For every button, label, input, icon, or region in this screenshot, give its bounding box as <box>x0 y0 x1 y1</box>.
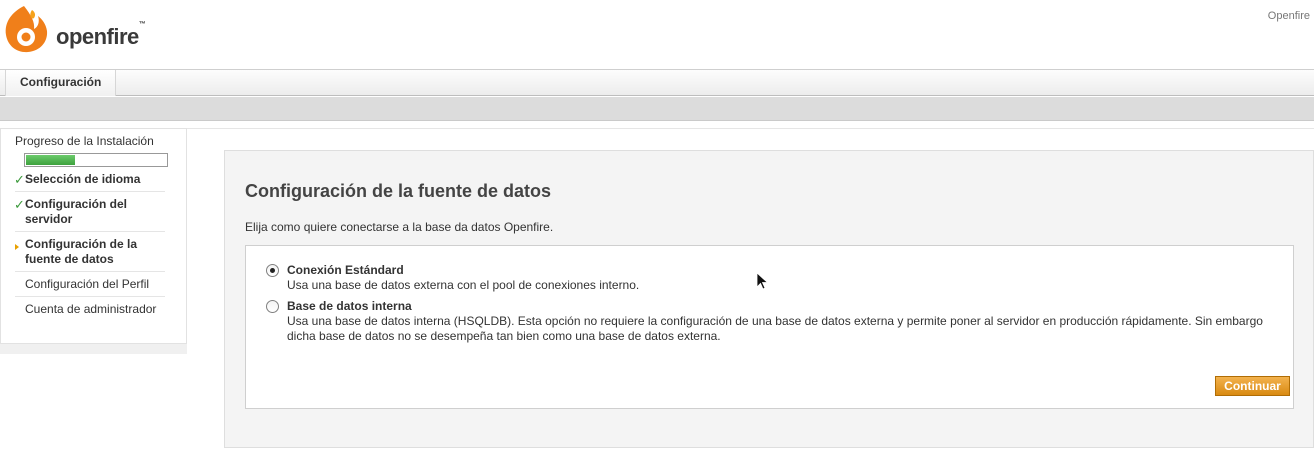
progress-bar <box>24 153 168 167</box>
sidebar: Progreso de la Instalación ✓ Selección d… <box>0 128 192 354</box>
page-description: Elija como quiere conectarse a la base d… <box>245 220 554 234</box>
option-label[interactable]: Conexión Estándard <box>287 263 404 277</box>
step-label: Configuración del Perfil <box>25 277 150 291</box>
mouse-cursor-icon <box>756 272 769 290</box>
progress-title: Progreso de la Instalación <box>15 134 154 148</box>
progress-bar-fill <box>26 155 75 165</box>
step-admin-account: Cuenta de administrador <box>15 297 165 321</box>
page-title: Configuración de la fuente de datos <box>245 181 552 201</box>
continue-button[interactable]: Continuar <box>1215 376 1290 396</box>
radio-embedded-database[interactable] <box>266 300 279 313</box>
header: openfire™ Openfire <box>0 0 1314 70</box>
step-label: Configuración del servidor <box>25 197 127 226</box>
sub-nav-bar <box>0 97 1314 121</box>
datasource-panel: Configuración de la fuente de datos Elij… <box>224 150 1314 448</box>
datasource-options-box: Conexión Estándard Usa una base de datos… <box>245 245 1294 409</box>
checkmark-icon: ✓ <box>14 172 25 187</box>
arrow-right-icon <box>15 244 19 250</box>
step-label: Cuenta de administrador <box>25 302 157 316</box>
step-profile: Configuración del Perfil <box>15 272 165 297</box>
step-language: ✓ Selección de idioma <box>14 167 165 192</box>
main-nav: Configuración <box>0 69 1314 96</box>
openfire-flame-icon <box>5 6 48 53</box>
step-server: ✓ Configuración del servidor <box>14 192 165 232</box>
installation-progress-panel: Progreso de la Instalación ✓ Selección d… <box>0 128 187 344</box>
radio-standard-connection[interactable] <box>266 264 279 277</box>
step-label: Configuración de la fuente de datos <box>25 237 138 266</box>
option-description: Usa una base de datos externa con el poo… <box>287 278 640 292</box>
option-description: Usa una base de datos interna (HSQLDB). … <box>287 314 1263 343</box>
top-right-label: Openfire <box>1267 10 1310 22</box>
step-datasource: Configuración de la fuente de datos <box>15 232 165 272</box>
option-label[interactable]: Base de datos interna <box>287 299 412 313</box>
step-label: Selección de idioma <box>25 172 141 186</box>
tab-configuracion[interactable]: Configuración <box>5 70 117 96</box>
openfire-logo[interactable]: openfire™ <box>2 2 162 54</box>
checkmark-icon: ✓ <box>14 197 25 212</box>
logo-text: openfire™ <box>56 20 146 49</box>
